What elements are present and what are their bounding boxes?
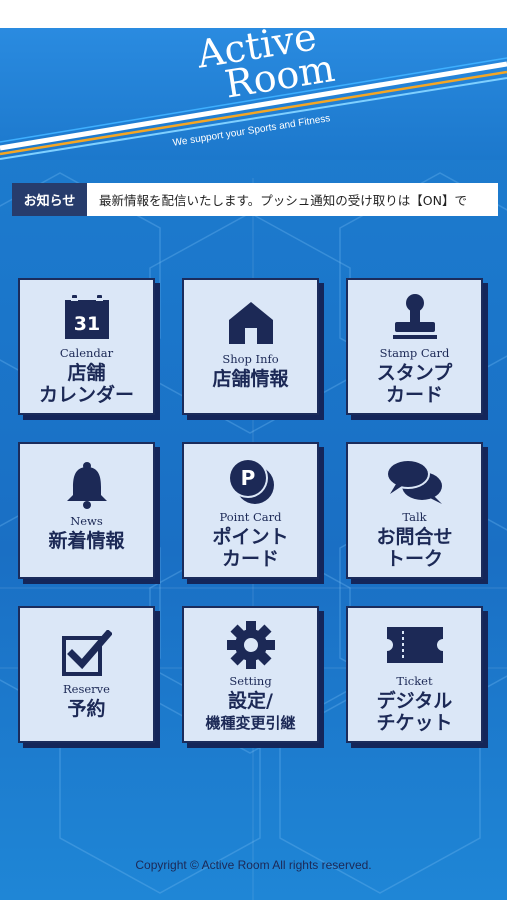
calendar-jp-label: 店舗 カレンダー [38, 362, 134, 406]
checkbox-icon [61, 626, 112, 680]
shop-info-jp-label: 店舗情報 [212, 368, 289, 390]
news-label: お知らせ [12, 183, 87, 216]
app-header: Active Room We support your Sports and F… [0, 28, 507, 160]
calendar-date-text: 31 [73, 313, 99, 335]
news-ticker-bar[interactable]: お知らせ 最新情報を配信いたします。プッシュ通知の受け取りは【ON】で [12, 183, 498, 216]
point-card-tile[interactable]: P Point Card ポイント カード [182, 442, 319, 579]
reserve-en-label: Reserve [63, 682, 110, 696]
stamp-card-tile[interactable]: Stamp Card スタンプ カード [346, 278, 483, 415]
calendar-icon: 31 [63, 290, 111, 344]
news-en-label: News [70, 514, 103, 528]
setting-tile[interactable]: Setting 設定/ 機種変更引継 [182, 606, 319, 743]
setting-jp-label-1: 設定/ [228, 690, 273, 712]
point-card-en-label: Point Card [219, 510, 282, 524]
setting-en-label: Setting [229, 674, 272, 688]
news-jp-label: 新着情報 [48, 530, 125, 552]
chat-bubbles-icon [384, 454, 446, 508]
talk-tile[interactable]: Talk お問合せ トーク [346, 442, 483, 579]
gear-icon [226, 618, 276, 672]
news-ticker-text[interactable]: 最新情報を配信いたします。プッシュ通知の受け取りは【ON】で [87, 183, 498, 216]
ticket-jp-label: デジタル チケット [376, 690, 453, 734]
setting-jp-label-2: 機種変更引継 [205, 714, 296, 732]
ticket-icon [385, 618, 445, 672]
talk-jp-label: お問合せ トーク [376, 526, 453, 570]
talk-en-label: Talk [402, 510, 427, 524]
point-card-jp-label: ポイント カード [212, 526, 289, 570]
status-bar [0, 0, 507, 28]
shop-icon [227, 296, 275, 350]
bell-icon [65, 458, 109, 512]
shop-info-tile[interactable]: Shop Info 店舗情報 [182, 278, 319, 415]
stamp-card-jp-label: スタンプ カード [376, 362, 453, 406]
shop-info-en-label: Shop Info [222, 352, 279, 366]
stamp-card-en-label: Stamp Card [379, 346, 450, 360]
copyright-text: Copyright © Active Room All rights reser… [135, 858, 372, 872]
point-coin-icon: P [225, 454, 277, 508]
calendar-tile[interactable]: 31 Calendar 店舗 カレンダー [18, 278, 155, 415]
ticket-tile[interactable]: Ticket デジタル チケット [346, 606, 483, 743]
stamp-icon [389, 290, 441, 344]
ticket-en-label: Ticket [396, 674, 433, 688]
news-tile[interactable]: News 新着情報 [18, 442, 155, 579]
reserve-tile[interactable]: Reserve 予約 [18, 606, 155, 743]
calendar-en-label: Calendar [59, 346, 114, 360]
reserve-jp-label: 予約 [67, 698, 106, 720]
point-p-text: P [240, 466, 255, 490]
app-screen: Active Room We support your Sports and F… [0, 28, 507, 900]
